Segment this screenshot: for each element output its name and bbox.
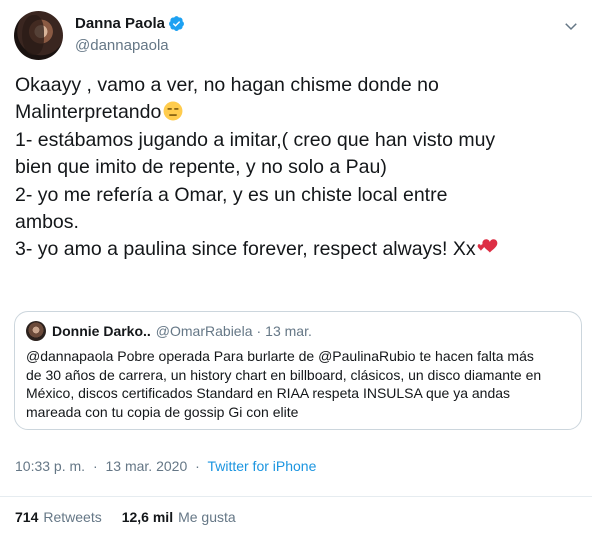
tweet-date[interactable]: 13 mar. 2020 xyxy=(106,458,188,474)
tweet-line: Okaayy , vamo a ver, no hagan chisme don… xyxy=(15,74,439,96)
tweet-meta: 10:33 p. m. · 13 mar. 2020 · Twitter for… xyxy=(15,458,316,474)
quoted-separator: · xyxy=(256,323,262,339)
verified-badge-icon xyxy=(169,16,184,31)
divider xyxy=(0,496,592,497)
tweet-time[interactable]: 10:33 p. m. xyxy=(15,458,85,474)
quoted-display-name: Donnie Darko.. xyxy=(52,323,151,339)
quoted-date: 13 mar. xyxy=(265,323,312,339)
quoted-avatar xyxy=(26,321,46,341)
quoted-line: México, discos certificados Standard en … xyxy=(26,385,511,402)
meta-separator: · xyxy=(195,458,200,474)
likes-stat[interactable]: 12,6 mil Me gusta xyxy=(122,509,236,525)
author-display-name[interactable]: Danna Paola xyxy=(75,15,165,32)
tweet-source-link[interactable]: Twitter for iPhone xyxy=(207,458,316,474)
retweets-count: 714 xyxy=(15,509,39,525)
tweet-line: 2- yo me refería a Omar, y es un chiste … xyxy=(15,183,448,206)
quoted-tweet-text: @dannapaola Pobre operada Para burlarte … xyxy=(26,347,576,421)
quoted-tweet-header: Donnie Darko.. @OmarRabiela · 13 mar. xyxy=(26,321,312,341)
expressionless-face-emoji xyxy=(163,101,183,121)
quoted-line: @dannapaola Pobre operada Para burlarte … xyxy=(26,348,534,364)
likes-label: Me gusta xyxy=(178,509,236,525)
quoted-line: de 30 años de carrera, un history chart … xyxy=(26,366,542,383)
quoted-line: mareada con tu copia de gossip Gi con el… xyxy=(26,403,299,420)
author-handle[interactable]: @dannapaola xyxy=(75,37,169,54)
likes-count: 12,6 mil xyxy=(121,509,174,525)
tweet-line-with-emoji: Malinterpretando xyxy=(15,99,581,126)
author-name-row[interactable]: Danna Paola xyxy=(75,15,185,32)
tweet-line: 1- estábamos jugando a imitar,( creo que… xyxy=(15,128,496,151)
quoted-handle: @OmarRabiela xyxy=(155,323,253,339)
quoted-tweet[interactable]: Donnie Darko.. @OmarRabiela · 13 mar. @d… xyxy=(14,311,582,430)
tweet-line: 3- yo amo a paulina since forever, respe… xyxy=(15,238,476,261)
tweet-stats: 714 Retweets 12,6 mil Me gusta xyxy=(15,509,256,525)
tweet-line: Malinterpretando xyxy=(15,101,162,124)
tweet-text: Okaayy , vamo a ver, no hagan chisme don… xyxy=(15,72,581,264)
tweet-line: ambos. xyxy=(15,211,79,234)
meta-separator: · xyxy=(92,458,98,474)
retweets-stat[interactable]: 714 Retweets xyxy=(15,509,102,525)
retweets-label: Retweets xyxy=(43,509,102,525)
two-hearts-emoji xyxy=(477,239,497,253)
tweet-line-with-emoji: 3- yo amo a paulina since forever, respe… xyxy=(15,236,581,263)
avatar[interactable] xyxy=(14,11,63,60)
tweet-line: bien que imito de repente, y no solo a P… xyxy=(15,156,387,179)
tweet-header: Danna Paola @dannapaola xyxy=(14,11,580,61)
chevron-down-icon[interactable] xyxy=(562,17,580,35)
